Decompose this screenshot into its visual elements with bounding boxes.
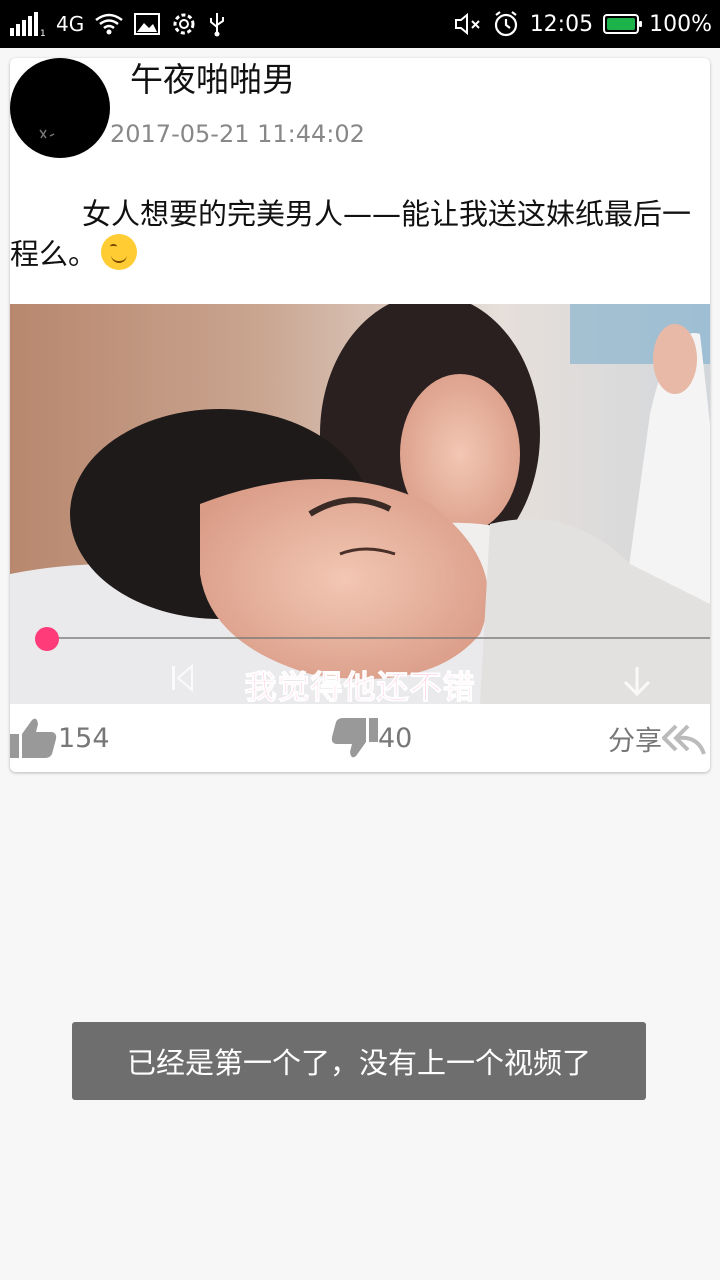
thumbs-up-icon (10, 718, 57, 758)
like-count: 154 (58, 722, 110, 754)
mute-icon (454, 12, 482, 36)
battery-percent: 100% (649, 11, 712, 37)
wifi-icon (94, 12, 124, 36)
image-icon (134, 13, 161, 35)
share-label: 分享 (608, 725, 662, 757)
signal-icon: 1 (10, 12, 46, 36)
thumbs-down-icon (331, 718, 378, 758)
post-text: 女人想要的完美男人——能让我送这妹纸最后一程么。 (10, 194, 700, 274)
post-card[interactable]: 午夜啪啪男 2017-05-21 11:44:02 女人想要的完美男人——能让我… (10, 58, 710, 772)
dislike-count: 40 (378, 722, 413, 754)
video-progress-knob[interactable] (35, 627, 59, 651)
like-button[interactable]: 154 (10, 704, 110, 772)
clock-time: 12:05 (529, 11, 594, 37)
smirk-emoji-icon (101, 234, 138, 270)
toast-text: 已经是第一个了，没有上一个视频了 (126, 1046, 591, 1080)
post-timestamp: 2017-05-21 11:44:02 (110, 120, 365, 148)
action-bar: 154 40 分享 (10, 704, 710, 772)
avatar[interactable] (10, 58, 110, 158)
network-type: 4G (56, 12, 85, 36)
video-subtitle: 我觉得他还不错 (244, 668, 476, 705)
dislike-button[interactable]: 40 (330, 704, 412, 772)
video-progress-track[interactable] (48, 637, 710, 639)
share-reply-icon (662, 724, 706, 755)
status-bar: 1 4G 12:05 100% (0, 0, 720, 48)
svg-text:1: 1 (40, 29, 46, 36)
status-bar-right: 12:05 100% (454, 10, 712, 38)
gear-icon (170, 10, 198, 38)
battery-level (607, 18, 636, 30)
author-name[interactable]: 午夜啪啪男 (130, 60, 295, 100)
video-frame (10, 304, 710, 704)
toast-message: 已经是第一个了，没有上一个视频了 (72, 1022, 646, 1100)
share-button[interactable]: 分享 (608, 704, 706, 772)
status-bar-left: 1 4G (10, 10, 226, 38)
alarm-icon (492, 10, 520, 38)
battery-icon (603, 14, 643, 34)
video-player[interactable]: 我觉得他还不错 (10, 304, 710, 704)
usb-icon (208, 11, 226, 37)
